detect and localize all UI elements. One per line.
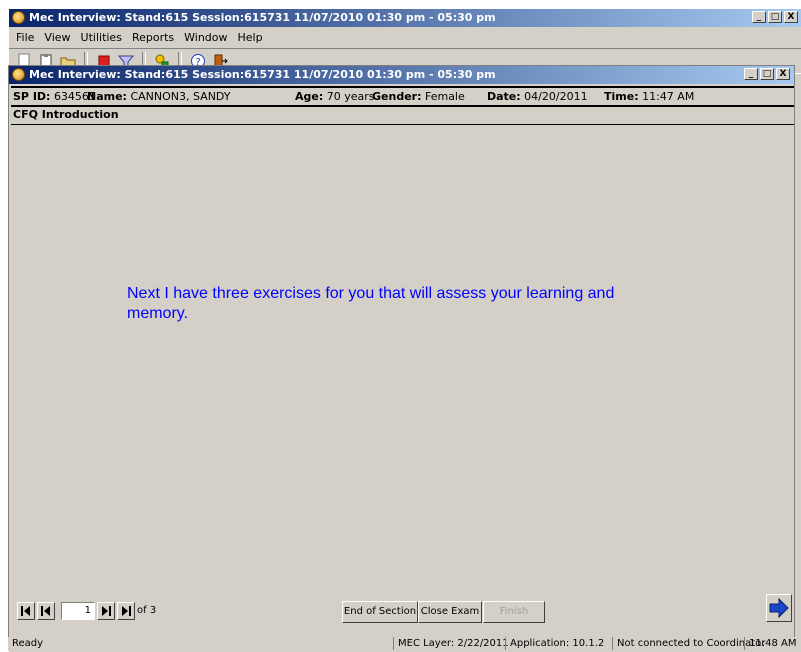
age-field: Age: 70 years	[295, 90, 375, 103]
finish-button[interactable]: Finish	[483, 601, 545, 623]
name-label: Name:	[87, 89, 127, 103]
age-value: 70 years	[326, 89, 375, 103]
status-bar: Ready MEC Layer: 2/22/2011 Application: …	[8, 637, 801, 651]
question-text: Next I have three exercises for you that…	[127, 285, 615, 322]
participant-info: SP ID: 634561 Name: CANNON3, SANDY Age: …	[9, 87, 794, 105]
main-titlebar[interactable]: Mec Interview: Stand:615 Session:615731 …	[9, 9, 801, 27]
app-icon	[12, 68, 25, 81]
application-version-status: Application: 10.1.2	[505, 637, 608, 650]
menu-view[interactable]: View	[39, 31, 75, 44]
page-number-input[interactable]: 1	[61, 602, 95, 620]
minimize-button[interactable]: _	[744, 68, 758, 80]
first-page-button[interactable]	[17, 602, 35, 620]
maximize-button[interactable]: □	[760, 68, 774, 80]
next-question-button[interactable]	[766, 594, 792, 622]
menu-window[interactable]: Window	[179, 31, 232, 44]
date-value: 04/20/2011	[524, 89, 588, 103]
close-button[interactable]: X	[784, 11, 798, 23]
menu-utilities[interactable]: Utilities	[76, 31, 127, 44]
age-label: Age:	[295, 89, 324, 103]
minimize-button[interactable]: _	[752, 11, 766, 23]
navigation-bar: 1 of 3 End of Section Close Exam Finish	[9, 594, 794, 630]
app-icon	[12, 11, 25, 24]
interview-window-title: Mec Interview: Stand:615 Session:615731 …	[29, 68, 496, 81]
gender-label: Gender:	[372, 89, 422, 103]
main-window-title: Mec Interview: Stand:615 Session:615731 …	[29, 11, 496, 24]
previous-page-button[interactable]	[37, 602, 55, 620]
interview-window: Mec Interview: Stand:615 Session:615731 …	[8, 65, 795, 645]
next-page-button[interactable]	[97, 602, 115, 620]
gender-field: Gender: Female	[372, 90, 465, 103]
page-count: of 3	[137, 605, 157, 616]
menu-help[interactable]: Help	[233, 31, 268, 44]
last-page-button[interactable]	[117, 602, 135, 620]
menu-bar: File View Utilities Reports Window Help	[9, 28, 801, 46]
section-title: CFQ Introduction	[13, 108, 119, 121]
close-exam-button[interactable]: Close Exam	[418, 601, 482, 623]
date-field: Date: 04/20/2011	[487, 90, 588, 103]
interview-titlebar[interactable]: Mec Interview: Stand:615 Session:615731 …	[9, 66, 794, 84]
time-field: Time: 11:47 AM	[604, 90, 694, 103]
arrow-right-icon	[769, 598, 789, 618]
sp-id-field: SP ID: 634561	[13, 90, 96, 103]
name-field: Name: CANNON3, SANDY	[87, 90, 231, 103]
menu-file[interactable]: File	[11, 31, 39, 44]
time-label: Time:	[604, 89, 639, 103]
mec-layer-status: MEC Layer: 2/22/2011	[393, 637, 513, 650]
time-value: 11:47 AM	[642, 89, 695, 103]
section-divider	[11, 124, 794, 125]
info-divider	[11, 105, 794, 107]
sp-id-label: SP ID:	[13, 89, 51, 103]
date-label: Date:	[487, 89, 521, 103]
maximize-button[interactable]: □	[768, 11, 782, 23]
clock-status: 11:48 AM	[744, 637, 800, 650]
close-button[interactable]: X	[776, 68, 790, 80]
end-of-section-button[interactable]: End of Section	[342, 601, 418, 623]
status-text: Ready	[12, 638, 44, 649]
gender-value: Female	[424, 89, 465, 103]
menu-reports[interactable]: Reports	[127, 31, 179, 44]
name-value: CANNON3, SANDY	[130, 89, 231, 103]
